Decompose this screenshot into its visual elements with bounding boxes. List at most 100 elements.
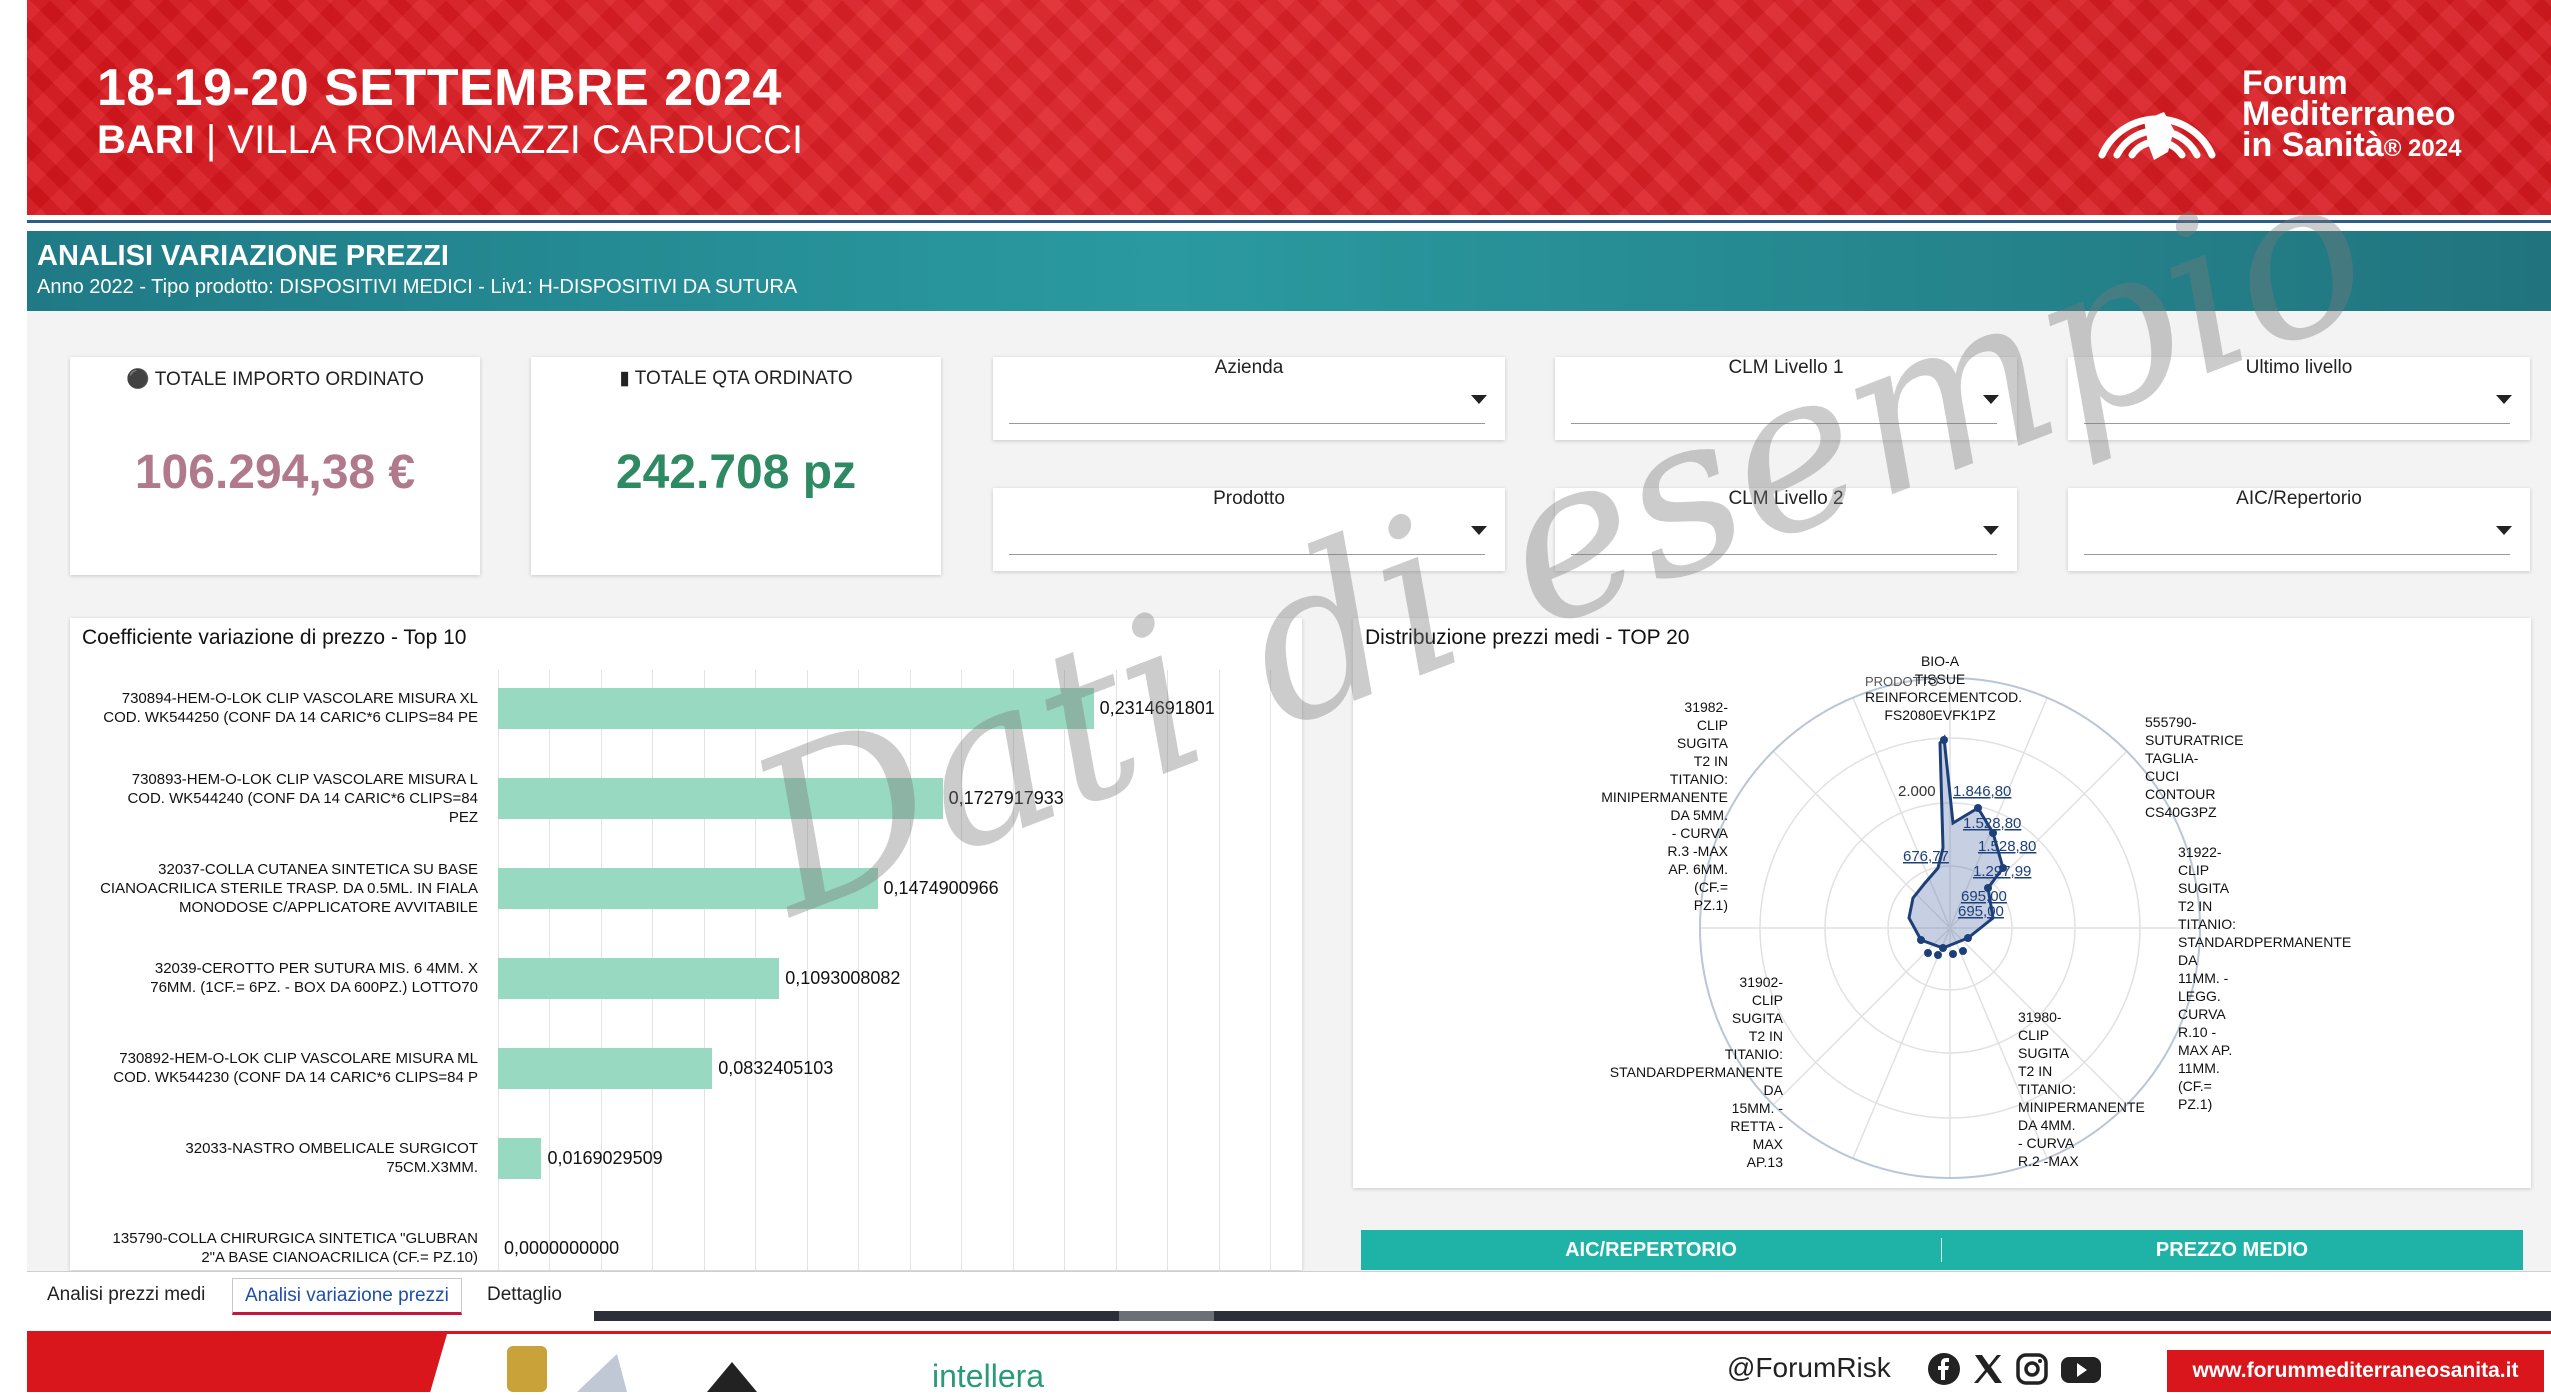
event-date: 18-19-20 SETTEMBRE 2024 (97, 59, 782, 117)
polar-label-line: MAX AP. (2178, 1042, 2233, 1058)
bar[interactable] (498, 868, 878, 909)
bar-category-label: 32039-CEROTTO PER SUTURA MIS. 6 4MM. X 76… (150, 960, 478, 996)
polar-label-line: T2 IN (2178, 898, 2213, 914)
bar[interactable] (498, 1138, 542, 1179)
instagram-icon[interactable] (2015, 1352, 2049, 1386)
bar-value-label: 0,1093008082 (785, 968, 901, 988)
chevron-down-icon[interactable] (2496, 395, 2512, 404)
tab-analisi-variazione-prezzi[interactable]: Analisi variazione prezzi (232, 1278, 462, 1315)
filter-clm-livello-1[interactable]: CLM Livello 1 (1555, 357, 2017, 440)
polar-label-line: 31982- (1684, 699, 1728, 715)
table-header-aic[interactable]: AIC/REPERTORIO (1361, 1230, 1941, 1270)
polar-label-line: TITANIO: (1724, 1046, 1783, 1062)
event-city: BARI (97, 118, 195, 162)
chevron-down-icon[interactable] (1983, 395, 1999, 404)
venue-separator: | (205, 118, 217, 162)
polar-label-line: MINIPERMANENTE (1601, 789, 1728, 805)
polar-label-line: SUGITA (2018, 1045, 2070, 1061)
chevron-down-icon[interactable] (1471, 395, 1487, 404)
polar-label-line: CLIP (1696, 717, 1728, 733)
bar-gridline (1012, 670, 1014, 1270)
tab-dettaglio[interactable]: Dettaglio (475, 1278, 574, 1311)
chevron-down-icon[interactable] (2496, 526, 2512, 535)
filter-prodotto-label: Prodotto (1213, 488, 1285, 509)
filter-underline (1571, 423, 1997, 424)
polar-label-line: MINIPERMANENTE (2018, 1099, 2145, 1115)
report-subtitle: Anno 2022 - Tipo prodotto: DISPOSITIVI M… (37, 276, 798, 298)
kpi-qta-value: 242.708 pz (615, 446, 857, 499)
bar-gridline (909, 670, 911, 1270)
horizontal-scrollbar[interactable] (594, 1311, 2551, 1321)
bar-chart-title: Coefficiente variazione di prezzo - Top … (82, 626, 467, 649)
bar[interactable] (498, 958, 780, 999)
filter-underline (2084, 554, 2510, 555)
polar-label-line: RETTA - (1730, 1118, 1783, 1134)
filter-azienda[interactable]: Azienda (993, 357, 1505, 440)
report-title: ANALISI VARIAZIONE PREZZI (37, 240, 449, 272)
bar[interactable] (498, 778, 943, 819)
chevron-down-icon[interactable] (1471, 526, 1487, 535)
event-footer: intellera @ForumRisk www.forummediterran… (27, 1334, 2551, 1394)
website-button[interactable]: www.forummediterraneosanita.it (2167, 1350, 2544, 1392)
bar[interactable] (498, 1048, 713, 1089)
polar-label-line: AP.13 (1746, 1154, 1783, 1170)
polar-label-line: DA 5MM. (1670, 807, 1728, 823)
polar-label-line: PZ.1) (2178, 1096, 2213, 1112)
table-header: AIC/REPERTORIO PREZZO MEDIO (1361, 1230, 2523, 1270)
filter-underline (1009, 423, 1485, 424)
polar-label-line: (CF.= (1694, 879, 1728, 895)
filter-prodotto[interactable]: Prodotto (993, 488, 1505, 571)
facebook-icon[interactable] (1927, 1352, 1961, 1386)
tab-analisi-prezzi-medi[interactable]: Analisi prezzi medi (35, 1278, 217, 1311)
bar[interactable] (498, 688, 1094, 729)
chevron-down-icon[interactable] (1983, 526, 1999, 535)
filter-aic-label: AIC/Repertorio (2236, 488, 2362, 509)
event-venue-name: VILLA ROMANAZZI CARDUCCI (227, 118, 804, 162)
bar-category-label: 730892-HEM-O-LOK CLIP VASCOLARE MISURA M… (113, 1050, 478, 1086)
polar-label-line: TISSUE (1914, 671, 1966, 687)
polar-label-line: DA (2178, 952, 2198, 968)
kpi-totale-qta: ▮ TOTALE QTA ORDINATO 242.708 pz (531, 357, 941, 575)
polar-top-label: BIO-A TISSUE REINFORCEMENTCOD. FS2080EVFK1P… (1865, 652, 2022, 724)
youtube-icon[interactable] (2059, 1352, 2103, 1386)
kpi-qta-label-text: TOTALE QTA ORDINATO (634, 368, 853, 389)
bar-value-label: 0,2314691801 (1099, 698, 1215, 718)
polar-value-label: 695,00 (1958, 903, 2004, 920)
polar-label-line: R.2 -MAX (2018, 1153, 2079, 1169)
bar-gridline (1115, 670, 1117, 1270)
polar-label-line: CS40G3PZ (2145, 804, 2217, 820)
polar-label-line: T2 IN (1748, 1028, 1783, 1044)
filter-aic-repertorio[interactable]: AIC/Repertorio (2068, 488, 2530, 571)
bar-category-label: 32037-COLLA CUTANEA SINTETICA SU BASE CIA… (100, 860, 478, 916)
polar-right2-label: 31922- CLIP SUGITA T2 IN TITANIO: STANDARDPER… (2178, 843, 2358, 1113)
polar-value-label: 676,77 (1903, 848, 1949, 865)
polar-left-label: 31982- CLIP SUGITA T2 IN TITANIO: MINIPERMANE… (1533, 698, 1728, 914)
polar-label-line: R.10 - (2178, 1024, 2217, 1040)
polar-label-line: STANDARDPERMANENTE (1609, 1064, 1783, 1080)
bar-gridline (1064, 670, 1066, 1270)
footer-red-shape (27, 1334, 447, 1392)
table-header-prezzo[interactable]: PREZZO MEDIO (1941, 1230, 2523, 1270)
polar-label-line: 555790- (2145, 714, 2197, 730)
kpi-importo-label: ⚫ TOTALE IMPORTO ORDINATO (70, 367, 480, 391)
polar-label-line: TITANIO: (2178, 916, 2237, 932)
polar-label-line: 31902- (1739, 974, 1783, 990)
partner-logo-2-icon (707, 1362, 757, 1392)
scrollbar-thumb[interactable] (1119, 1311, 1214, 1321)
filter-underline (1571, 554, 1997, 555)
polar-label-line: SUGITA (2178, 880, 2230, 896)
filter-clm-livello-2[interactable]: CLM Livello 2 (1555, 488, 2017, 571)
partner-intellera: intellera (932, 1358, 1045, 1394)
x-twitter-icon[interactable] (1971, 1352, 2005, 1386)
bar-chart-panel: Coefficiente variazione di prezzo - Top … (70, 618, 1302, 1270)
forum-logo: Forum Mediterraneo in Sanità® 2024 (2082, 60, 2532, 170)
bar-value-label: 0,1474900966 (883, 878, 999, 898)
document-icon: ▮ (619, 368, 630, 389)
filter-clm1-label: CLM Livello 1 (1728, 357, 1844, 378)
bar-gridline (1167, 670, 1169, 1270)
polar-label-line: MAX (1752, 1136, 1783, 1152)
kpi-importo-value: 106.294,38 € (134, 446, 416, 499)
event-venue: BARI | VILLA ROMANAZZI CARDUCCI (97, 118, 803, 163)
filter-ultimo-livello[interactable]: Ultimo livello (2068, 357, 2530, 440)
polar-label-line: CLIP (1751, 992, 1783, 1008)
